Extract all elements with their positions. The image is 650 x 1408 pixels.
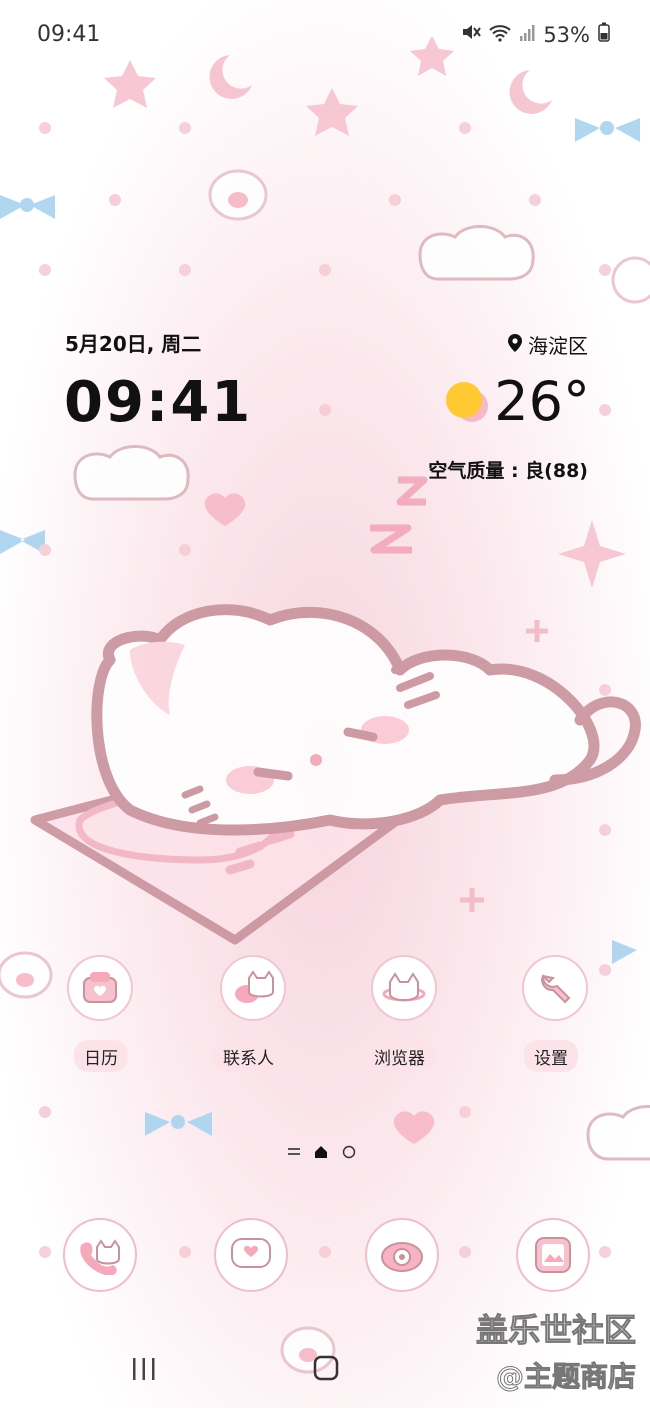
settings-icon[interactable] — [522, 955, 588, 1021]
sleeping-cat-illustration — [30, 604, 641, 945]
widget-location[interactable]: 海淀区 — [508, 330, 588, 359]
widget-air-quality: 空气质量 : 良(88) — [428, 460, 588, 482]
gallery-icon[interactable] — [516, 1218, 590, 1292]
page-indicator-dot[interactable] — [342, 1145, 356, 1159]
page-indicator[interactable] — [288, 1145, 356, 1159]
navigation-bar — [0, 1335, 650, 1405]
messages-icon[interactable] — [214, 1218, 288, 1292]
sleep-z-icon — [370, 476, 428, 554]
camera-icon[interactable] — [365, 1218, 439, 1292]
widget-clock[interactable]: 09:41 — [64, 370, 252, 435]
recent-apps-button[interactable] — [131, 1357, 157, 1385]
contacts-icon[interactable] — [220, 955, 286, 1021]
wallpaper-decorations — [0, 36, 650, 1374]
app-label-calendar[interactable]: 日历 — [74, 1040, 128, 1072]
widget-date: 5月20日, 周二 — [65, 332, 202, 356]
moon-icon — [209, 55, 552, 114]
location-pin-icon — [508, 333, 522, 357]
app-label-settings[interactable]: 设置 — [524, 1040, 578, 1072]
app-label-contacts[interactable]: 联系人 — [213, 1040, 284, 1072]
browser-icon[interactable] — [371, 955, 437, 1021]
page-indicator-home-icon[interactable] — [314, 1145, 328, 1159]
home-button[interactable] — [313, 1355, 339, 1385]
star-icon — [104, 36, 626, 588]
calendar-icon[interactable] — [67, 955, 133, 1021]
widget-temperature[interactable]: 26° — [494, 370, 590, 433]
phone-icon[interactable] — [63, 1218, 137, 1292]
location-label: 海淀区 — [528, 334, 588, 358]
app-label-browser[interactable]: 浏览器 — [364, 1040, 435, 1072]
sunny-icon — [446, 382, 482, 418]
page-indicator-list-icon[interactable] — [288, 1147, 300, 1157]
